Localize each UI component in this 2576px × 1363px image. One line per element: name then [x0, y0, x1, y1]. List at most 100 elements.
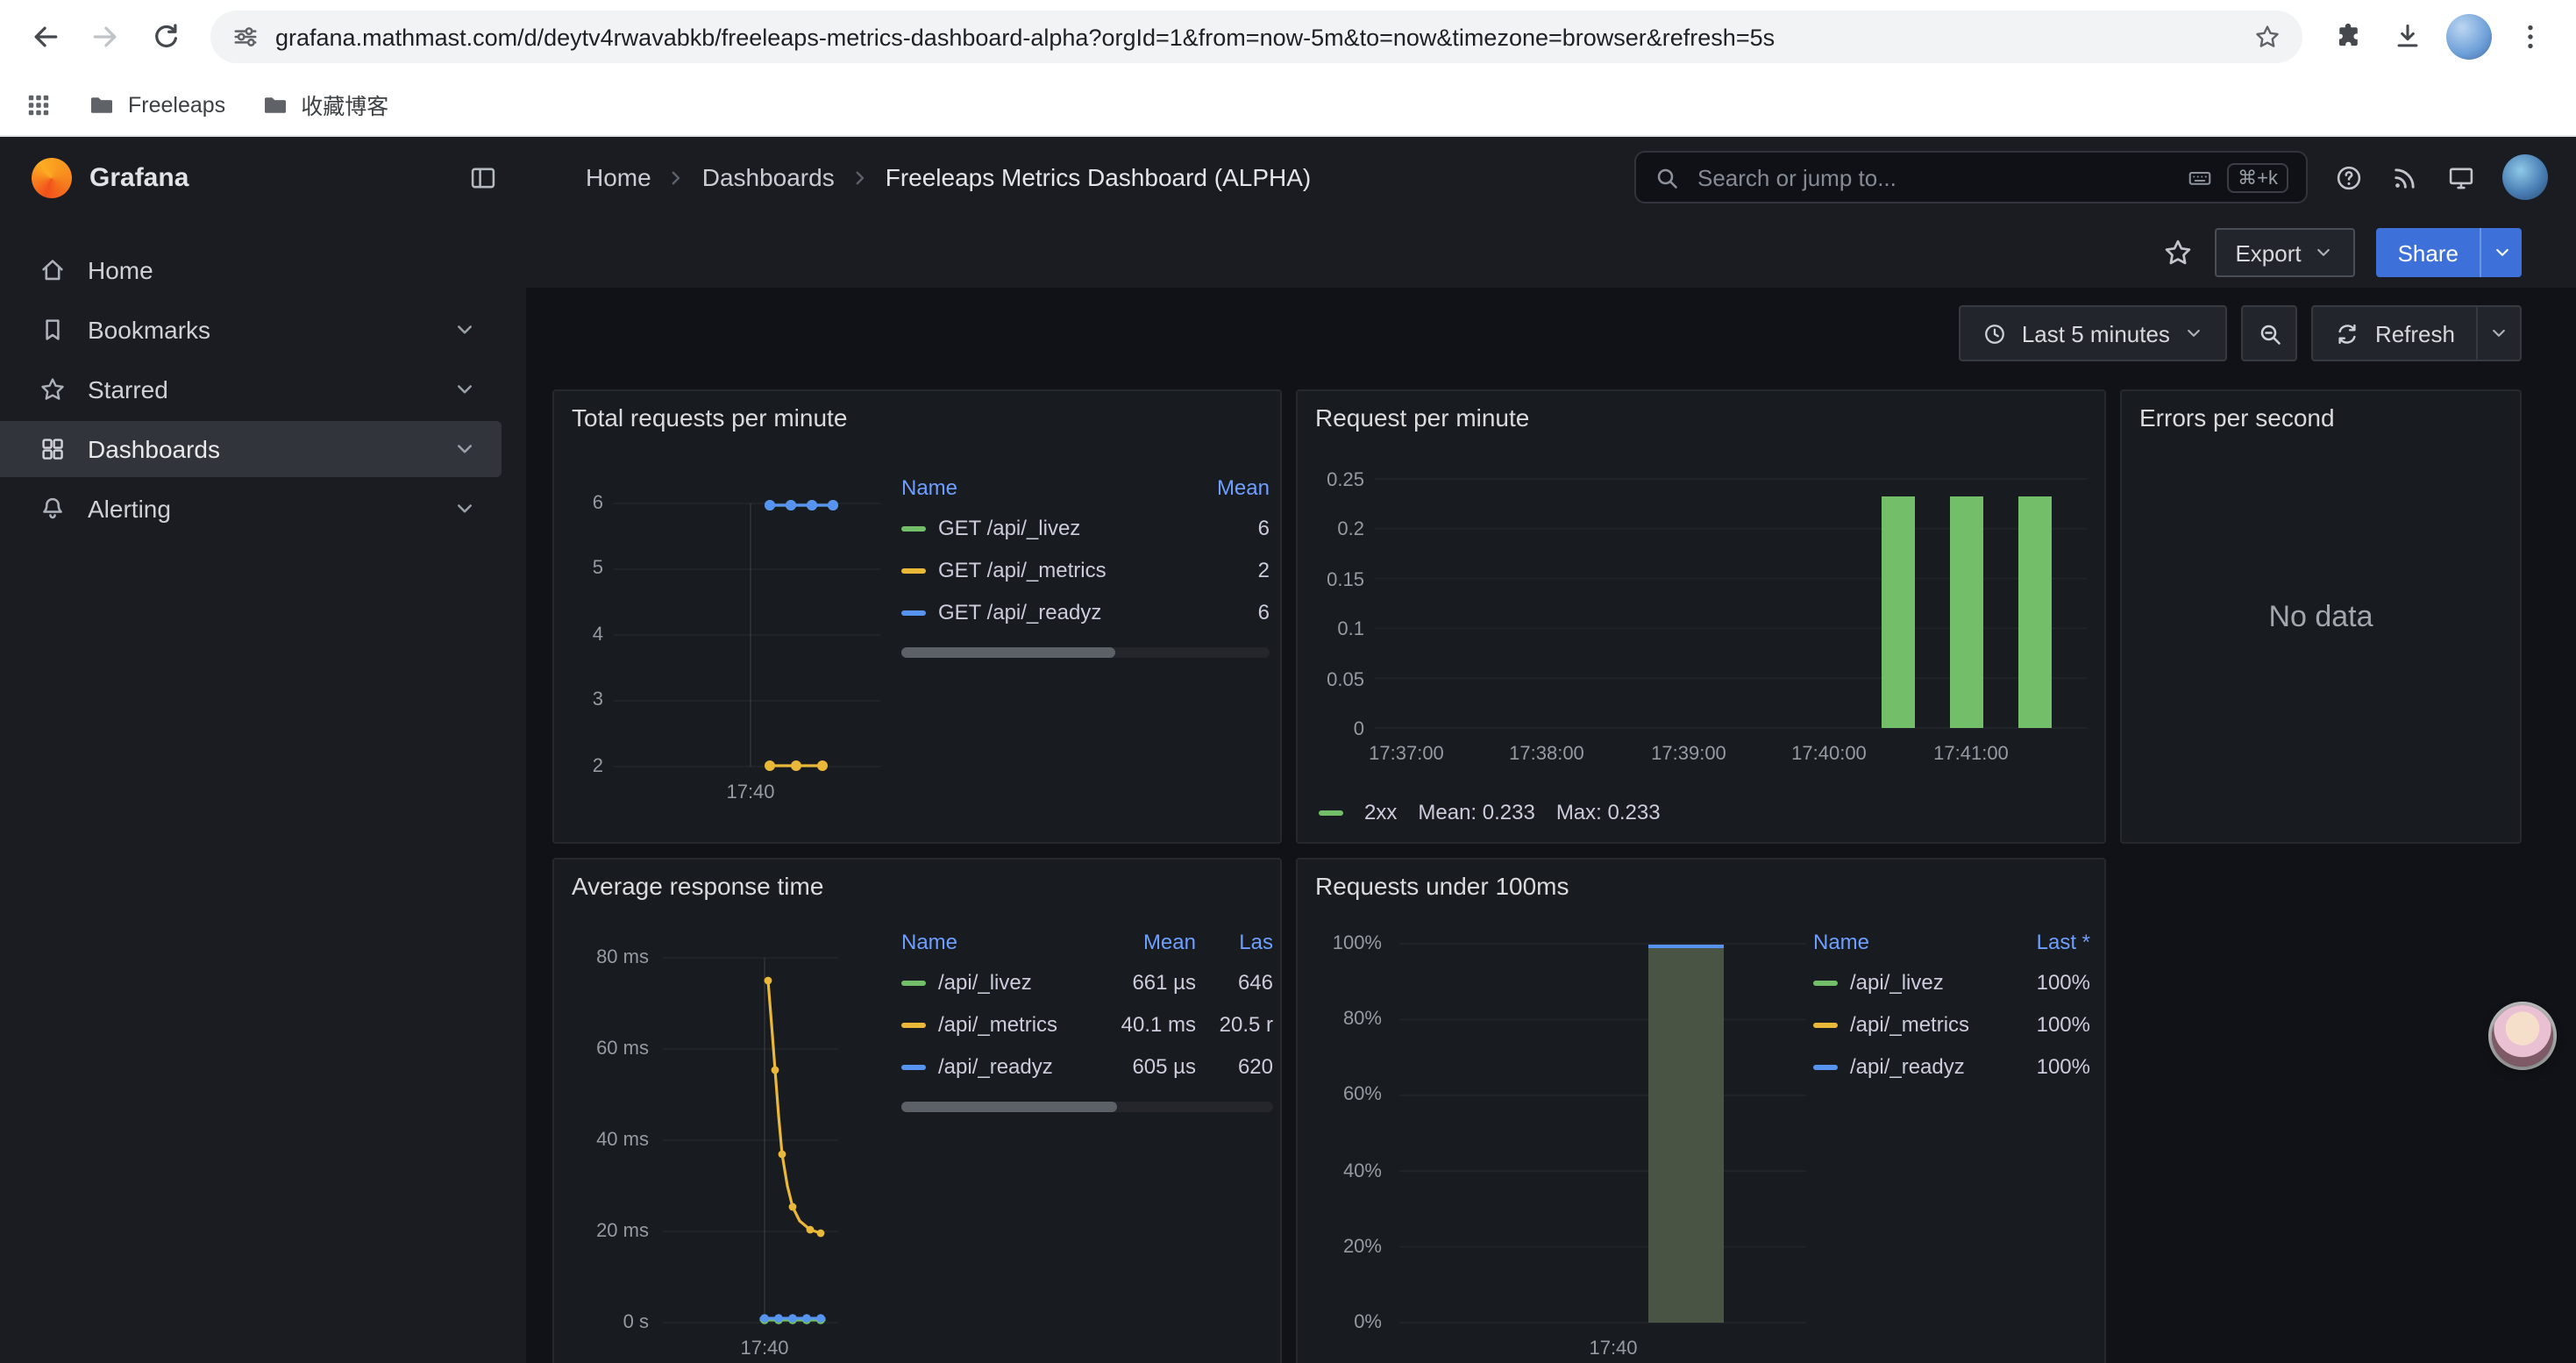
legend-row[interactable]: /api/_metrics [901, 1003, 1080, 1045]
reload-button[interactable] [137, 9, 193, 65]
breadcrumb: Home Dashboards Freeleaps Metrics Dashbo… [586, 163, 1311, 191]
legend-value: 646 [1210, 961, 1273, 1003]
sidebar-item-dashboards[interactable]: Dashboards [0, 421, 502, 477]
legend-value: 605 µs [1094, 1045, 1196, 1088]
refresh-interval-dropdown[interactable] [2478, 305, 2522, 361]
sidebar-menu: Home Bookmarks Starred Dashboards [0, 218, 526, 537]
y-tick: 0.15 [1305, 568, 1364, 593]
star-icon [39, 375, 67, 403]
bookmark-folder-freeleaps[interactable]: Freeleaps [88, 90, 225, 118]
legend-row[interactable]: /api/_livez [1813, 961, 1992, 1003]
bell-icon [39, 495, 67, 523]
browser-menu-icon[interactable] [2502, 9, 2558, 65]
breadcrumb-dashboards[interactable]: Dashboards [702, 163, 835, 191]
grafana-logo[interactable] [32, 157, 72, 197]
legend-series-label[interactable]: 2xx [1364, 800, 1397, 824]
search-input[interactable] [1694, 162, 2173, 192]
site-settings-icon[interactable] [231, 23, 260, 51]
sidebar-item-home[interactable]: Home [0, 242, 502, 298]
legend-value: 620 [1210, 1045, 1273, 1088]
breadcrumb-home[interactable]: Home [586, 163, 651, 191]
apps-grid-icon[interactable] [25, 90, 53, 118]
chevron-down-icon[interactable] [452, 496, 477, 521]
legend-row[interactable]: 2xx Mean: 0.233 Max: 0.233 [1319, 800, 1661, 824]
forward-button[interactable] [77, 9, 133, 65]
folder-icon [88, 90, 116, 118]
legend-row[interactable]: /api/_readyz [1813, 1045, 1992, 1088]
share-button[interactable]: Share [2377, 228, 2480, 277]
url-input[interactable] [275, 24, 2238, 50]
y-tick: 0.25 [1305, 468, 1364, 493]
panel-title[interactable]: Errors per second [2122, 391, 2520, 444]
legend-value: 20.5 r [1210, 1003, 1273, 1045]
panel-average-response-time: Average response time 80 ms 60 ms 40 ms … [552, 858, 1282, 1363]
bookmark-star-icon[interactable] [2253, 23, 2281, 51]
bookmark-folder-blog[interactable]: 收藏博客 [260, 88, 388, 121]
legend-scrollbar[interactable] [901, 1102, 1273, 1112]
assistant-avatar[interactable] [2492, 1005, 2553, 1067]
collapse-sidebar-icon[interactable] [468, 162, 498, 192]
user-avatar[interactable] [2502, 154, 2548, 200]
sidebar-item-bookmarks[interactable]: Bookmarks [0, 302, 502, 358]
y-tick: 0.05 [1305, 668, 1364, 693]
x-tick: 17:40 [1571, 1337, 1655, 1361]
legend-row[interactable]: /api/_readyz [901, 1045, 1080, 1088]
back-button[interactable] [18, 9, 74, 65]
y-tick: 6 [565, 491, 603, 516]
news-rss-icon[interactable] [2390, 162, 2420, 192]
browser-profile-avatar[interactable] [2446, 14, 2492, 60]
panel-title[interactable]: Total requests per minute [554, 391, 1280, 444]
legend-row[interactable]: GET /api/_readyz [901, 591, 1182, 633]
help-icon[interactable] [2334, 162, 2364, 192]
share-label: Share [2398, 239, 2459, 266]
sidebar-item-label: Dashboards [88, 435, 220, 463]
chevron-down-icon[interactable] [452, 377, 477, 402]
sidebar-item-label: Alerting [88, 495, 171, 523]
sidebar-item-starred[interactable]: Starred [0, 361, 502, 417]
legend-row[interactable]: GET /api/_metrics [901, 549, 1182, 591]
legend-header[interactable]: Mean [1196, 468, 1270, 507]
legend-row[interactable]: GET /api/_livez [901, 507, 1182, 549]
legend-row[interactable]: /api/_livez [901, 961, 1080, 1003]
legend-header[interactable]: Mean [1094, 923, 1196, 961]
sidebar-item-alerting[interactable]: Alerting [0, 481, 502, 537]
refresh-button[interactable]: Refresh [2312, 305, 2478, 361]
url-bar[interactable] [210, 11, 2302, 63]
search-icon [1654, 164, 1680, 190]
legend-scrollbar[interactable] [901, 647, 1270, 658]
breadcrumb-current: Freeleaps Metrics Dashboard (ALPHA) [886, 163, 1312, 191]
dashboard-actions: Export Share [526, 218, 2576, 288]
legend-header[interactable]: Name [901, 468, 1182, 507]
legend-table: Name Mean Las /api/_livez 661 µs 646 /ap… [901, 923, 1273, 1088]
series-color-dash [901, 1022, 926, 1027]
chevron-down-icon[interactable] [452, 318, 477, 342]
time-controls: Last 5 minutes Refresh [1959, 305, 2522, 361]
favorite-star-icon[interactable] [2161, 237, 2193, 268]
downloads-icon[interactable] [2380, 9, 2436, 65]
y-tick: 60% [1305, 1082, 1382, 1107]
legend-header[interactable]: Name [901, 923, 1080, 961]
legend-header[interactable]: Las [1210, 923, 1273, 961]
panel-title[interactable]: Average response time [554, 860, 1280, 912]
time-range-label: Last 5 minutes [2022, 320, 2170, 346]
export-button[interactable]: Export [2214, 228, 2355, 277]
chevron-down-icon[interactable] [452, 437, 477, 461]
legend-value: 6 [1196, 591, 1270, 633]
panel-title[interactable]: Request per minute [1298, 391, 2104, 444]
y-tick: 20% [1305, 1235, 1382, 1260]
series-color-dash [1813, 980, 1838, 985]
brand-title: Grafana [89, 162, 451, 192]
legend-header[interactable]: Last * [2006, 923, 2090, 961]
chevron-right-icon [849, 166, 872, 189]
search-box[interactable]: ⌘+k [1634, 151, 2308, 203]
series-color-dash [1813, 1022, 1838, 1027]
zoom-out-button[interactable] [2242, 305, 2298, 361]
bookmarks-bar: Freeleaps 收藏博客 [0, 74, 2576, 137]
legend-row[interactable]: /api/_metrics [1813, 1003, 1992, 1045]
panel-title[interactable]: Requests under 100ms [1298, 860, 2104, 912]
time-range-picker[interactable]: Last 5 minutes [1959, 305, 2228, 361]
extensions-icon[interactable] [2320, 9, 2376, 65]
share-dropdown-button[interactable] [2480, 228, 2522, 277]
display-icon[interactable] [2446, 162, 2476, 192]
legend-header[interactable]: Name [1813, 923, 1992, 961]
